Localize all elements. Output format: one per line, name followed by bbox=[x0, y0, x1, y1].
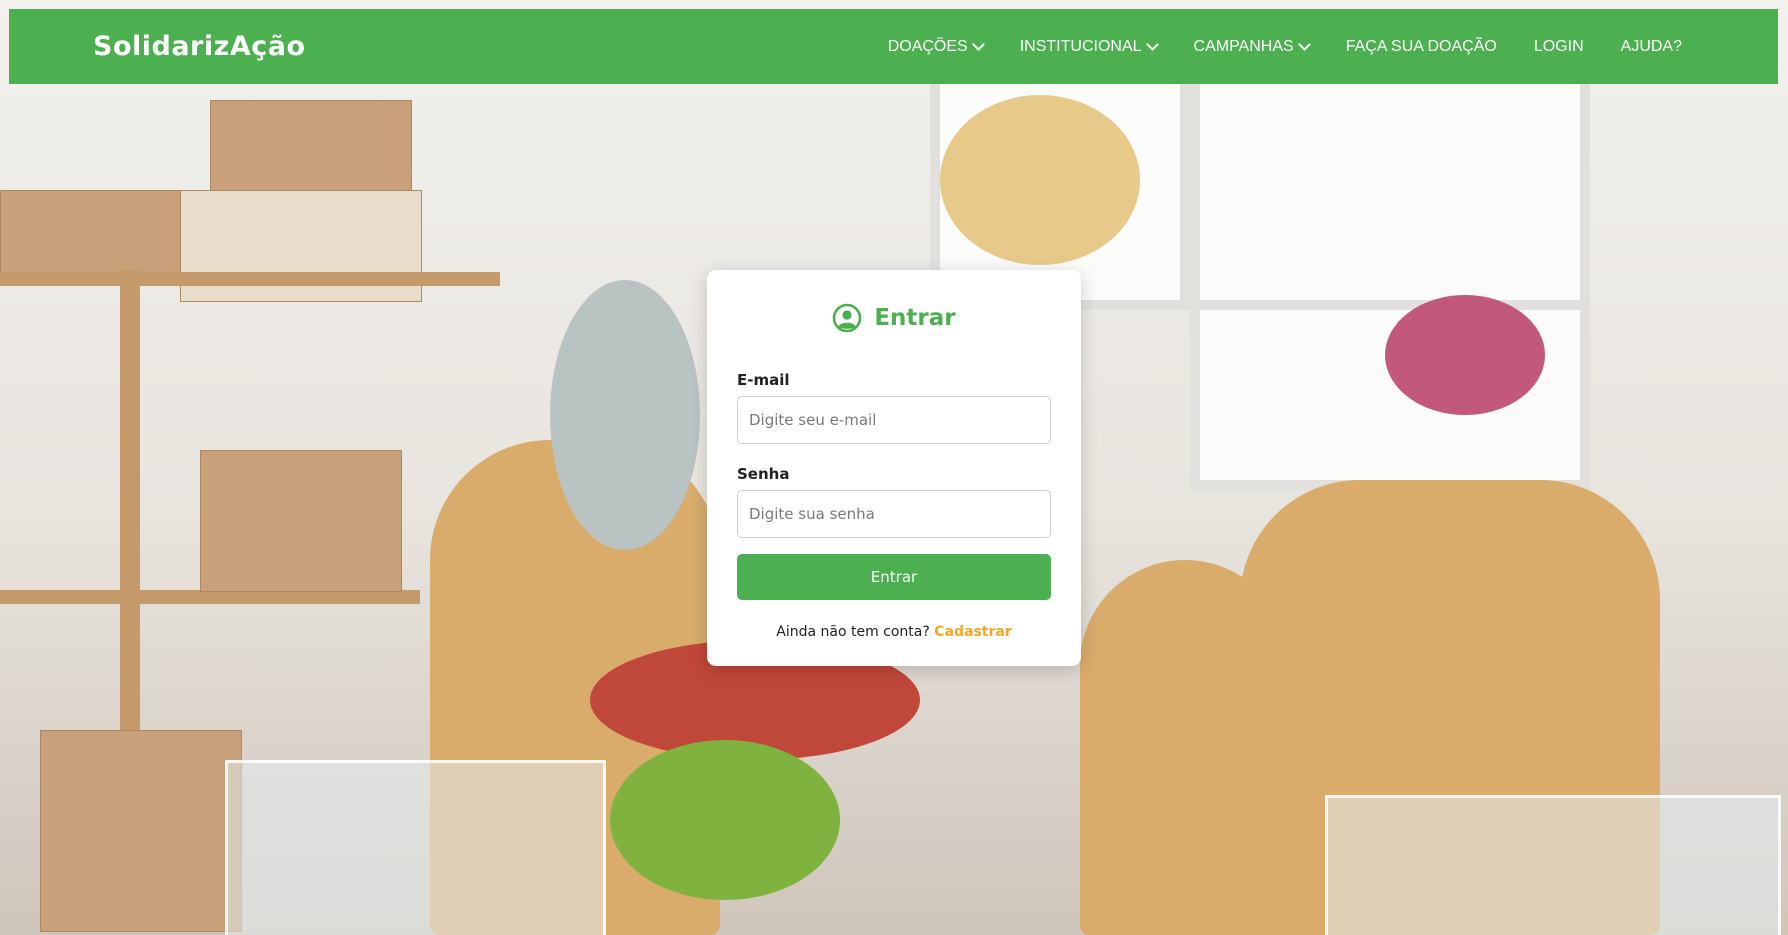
password-field[interactable] bbox=[737, 490, 1051, 538]
nav-item-label: INSTITUCIONAL bbox=[1019, 37, 1142, 55]
nav-item-label: AJUDA? bbox=[1620, 37, 1682, 55]
top-navbar: SolidarizAção DOAÇÕES INSTITUCIONAL CAMP… bbox=[9, 9, 1778, 84]
person-hair bbox=[1385, 295, 1545, 415]
nav-item-doacoes[interactable]: DOAÇÕES bbox=[887, 37, 985, 56]
chevron-down-icon bbox=[1145, 38, 1159, 51]
donation-bin bbox=[1325, 795, 1781, 935]
main-nav: DOAÇÕES INSTITUCIONAL CAMPANHAS FAÇA SUA… bbox=[851, 9, 1682, 84]
background-box bbox=[200, 450, 402, 592]
background-window bbox=[1190, 60, 1590, 310]
user-circle-icon bbox=[833, 303, 862, 333]
password-label: Senha bbox=[737, 465, 790, 483]
nav-item-ajuda[interactable]: AJUDA? bbox=[1621, 38, 1682, 56]
email-label: E-mail bbox=[737, 371, 790, 389]
login-card: Entrar E-mail Senha Entrar Ainda não tem… bbox=[707, 270, 1081, 666]
background-box bbox=[0, 190, 182, 282]
signup-prompt-line: Ainda não tem conta? Cadastrar bbox=[707, 624, 1081, 640]
nav-item-institucional[interactable]: INSTITUCIONAL bbox=[1019, 37, 1159, 56]
background-shelf bbox=[0, 590, 420, 604]
nav-item-faca-sua-doacao[interactable]: FAÇA SUA DOAÇÃO bbox=[1346, 38, 1497, 56]
nav-item-campanhas[interactable]: CAMPANHAS bbox=[1193, 37, 1311, 56]
background-shelf bbox=[120, 270, 140, 750]
signup-prompt-text: Ainda não tem conta? bbox=[776, 624, 930, 640]
brand-logo[interactable]: SolidarizAção bbox=[93, 9, 306, 84]
person-hair bbox=[940, 95, 1140, 265]
nav-item-label: FAÇA SUA DOAÇÃO bbox=[1345, 37, 1497, 55]
background-box bbox=[210, 100, 412, 192]
background-box bbox=[40, 730, 242, 932]
login-submit-button[interactable]: Entrar bbox=[737, 554, 1051, 600]
nav-item-label: LOGIN bbox=[1533, 37, 1584, 55]
nav-item-label: DOAÇÕES bbox=[887, 37, 968, 55]
nav-item-label: CAMPANHAS bbox=[1193, 37, 1294, 55]
person-hijab bbox=[550, 280, 700, 550]
email-field[interactable] bbox=[737, 396, 1051, 444]
green-cloth bbox=[610, 740, 840, 900]
login-title-text: Entrar bbox=[874, 305, 956, 331]
donation-bin bbox=[225, 760, 606, 935]
chevron-down-icon bbox=[1297, 38, 1311, 51]
chevron-down-icon bbox=[971, 38, 985, 51]
signup-link[interactable]: Cadastrar bbox=[934, 624, 1011, 640]
login-title: Entrar bbox=[707, 300, 1081, 336]
nav-item-login[interactable]: LOGIN bbox=[1534, 38, 1584, 56]
background-shelf bbox=[0, 272, 500, 286]
